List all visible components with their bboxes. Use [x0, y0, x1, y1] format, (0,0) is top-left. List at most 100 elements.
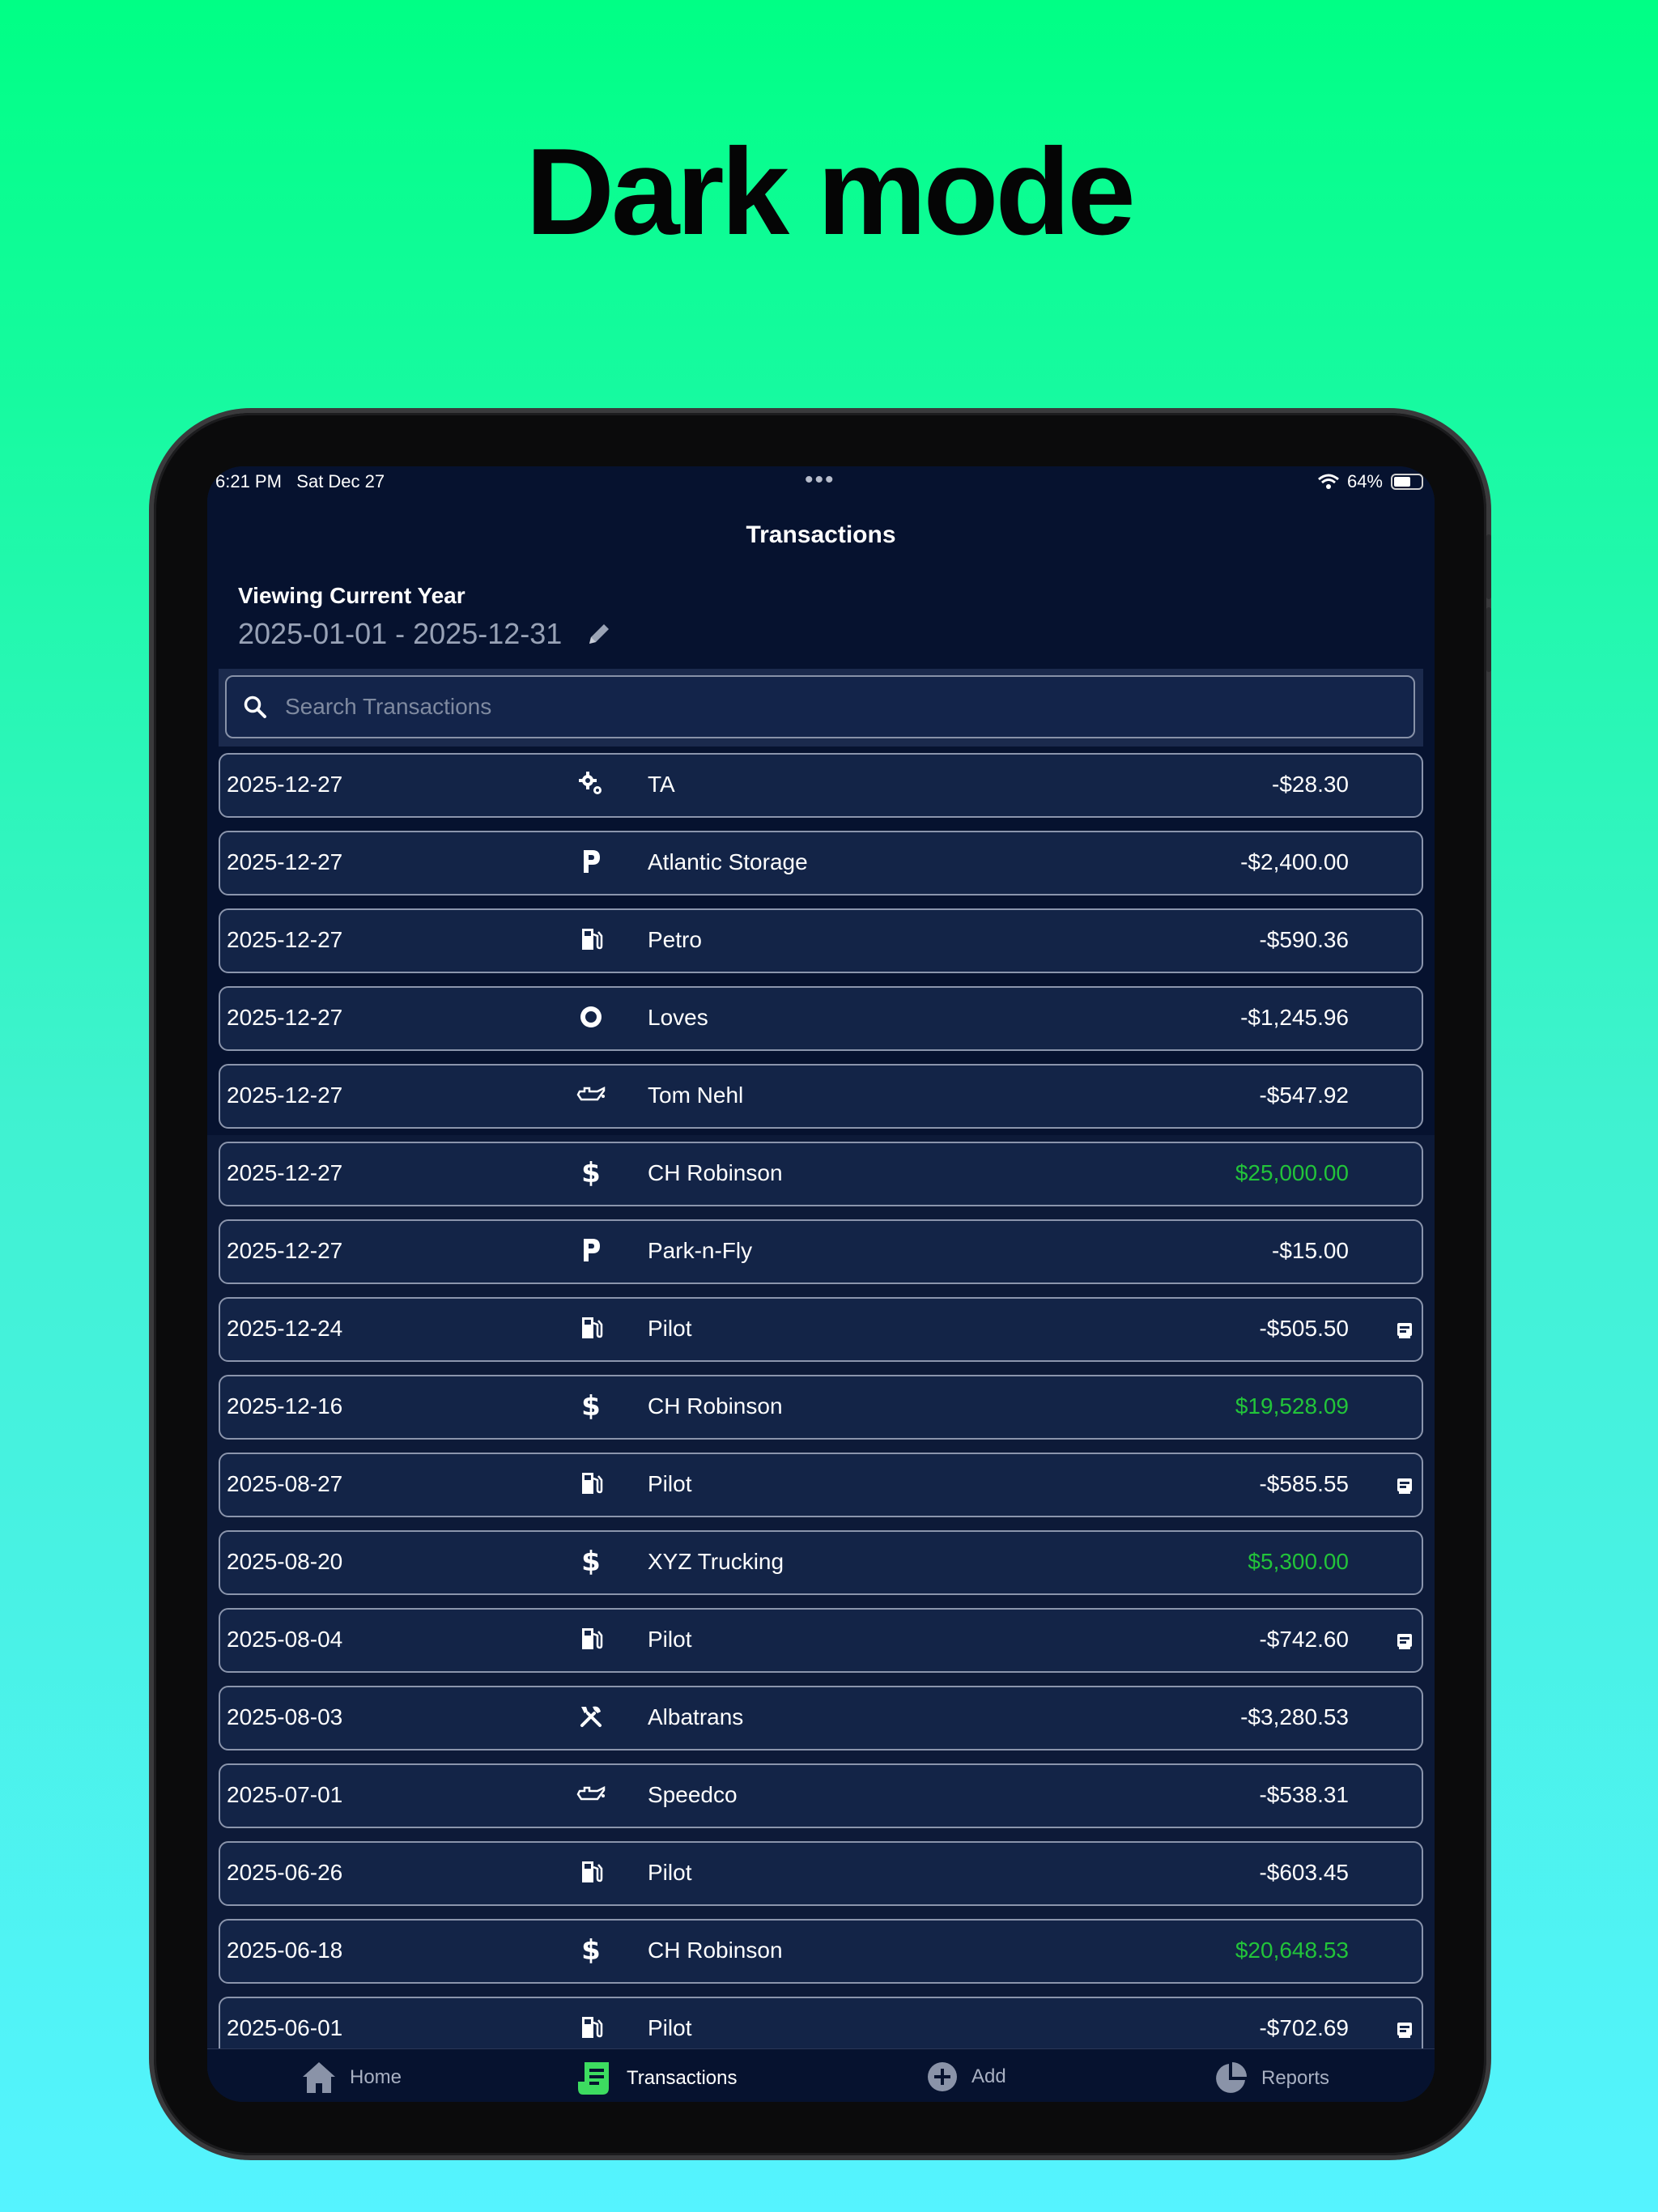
transaction-row[interactable]: 2025-08-03 Albatrans -$3,280.53 — [219, 1686, 1423, 1750]
transaction-row[interactable]: 2025-12-27 Atlantic Storage -$2,400.00 — [219, 831, 1423, 895]
status-time-text: 6:21 PM — [215, 471, 282, 491]
transaction-date: 2025-06-26 — [227, 1860, 343, 1885]
transaction-payee: Petro — [648, 927, 702, 952]
transaction-date: 2025-12-24 — [227, 1316, 343, 1341]
search-container — [219, 669, 1423, 747]
fuel-pump-icon — [576, 1313, 606, 1342]
transaction-date: 2025-12-27 — [227, 927, 343, 952]
oil-can-icon — [576, 1080, 606, 1109]
transaction-date: 2025-12-27 — [227, 1005, 343, 1030]
status-date-text: Sat Dec 27 — [296, 471, 385, 491]
transaction-payee: XYZ Trucking — [648, 1549, 784, 1574]
transaction-amount: $19,528.09 — [1235, 1393, 1349, 1419]
transaction-amount: $20,648.53 — [1235, 1938, 1349, 1963]
transaction-row[interactable]: 2025-12-27 Loves -$1,245.96 — [219, 986, 1423, 1051]
tools-icon — [576, 1702, 606, 1731]
receipt-icon — [1396, 1475, 1414, 1495]
transaction-row[interactable]: 2025-08-20 $ XYZ Trucking $5,300.00 — [219, 1530, 1423, 1595]
tab-home-label: Home — [350, 2066, 402, 2088]
battery-icon — [1391, 474, 1423, 490]
parking-icon — [576, 847, 606, 876]
transaction-payee: Speedco — [648, 1782, 738, 1807]
transaction-row[interactable]: 2025-12-27 Petro -$590.36 — [219, 908, 1423, 973]
dollar-icon: $ — [576, 1935, 606, 1964]
page-headline: Dark mode — [525, 123, 1136, 261]
fuel-pump-icon — [576, 925, 606, 954]
multitasking-dots-icon[interactable]: ••• — [805, 466, 835, 494]
transaction-row[interactable]: 2025-06-18 $ CH Robinson $20,648.53 — [219, 1919, 1423, 1984]
transaction-payee: Atlantic Storage — [648, 849, 808, 874]
gears-icon — [576, 769, 606, 798]
transaction-amount: -$2,400.00 — [1240, 849, 1349, 874]
pie-chart-icon — [1216, 2062, 1247, 2093]
svg-text:$: $ — [581, 1158, 601, 1187]
tab-transactions[interactable]: Transactions — [576, 2061, 738, 2096]
svg-text:$: $ — [581, 1935, 601, 1964]
status-time: 6:21 PM Sat Dec 27 — [215, 471, 385, 492]
transaction-row[interactable]: 2025-06-26 Pilot -$603.45 — [219, 1841, 1423, 1906]
plus-circle-icon — [928, 2062, 957, 2091]
status-right: 64% — [1317, 471, 1423, 492]
transaction-row[interactable]: 2025-12-27 Tom Nehl -$547.92 — [219, 1064, 1423, 1129]
transaction-row[interactable]: 2025-12-27 $ CH Robinson $25,000.00 — [219, 1142, 1423, 1206]
transaction-payee: Albatrans — [648, 1704, 744, 1729]
fuel-pump-icon — [576, 1857, 606, 1887]
transaction-date: 2025-12-27 — [227, 1160, 343, 1185]
dollar-icon: $ — [576, 1158, 606, 1187]
transaction-row[interactable]: 2025-12-27 Park-n-Fly -$15.00 — [219, 1219, 1423, 1284]
transaction-date: 2025-07-01 — [227, 1782, 343, 1807]
transaction-payee: Pilot — [648, 1627, 692, 1652]
transaction-amount: -$590.36 — [1259, 927, 1349, 952]
wifi-icon — [1317, 474, 1339, 489]
transaction-date: 2025-06-18 — [227, 1938, 343, 1963]
fuel-pump-icon — [576, 2013, 606, 2042]
transaction-row[interactable]: 2025-08-27 Pilot -$585.55 — [219, 1453, 1423, 1517]
transaction-amount: -$603.45 — [1259, 1860, 1349, 1885]
transaction-row[interactable]: 2025-12-16 $ CH Robinson $19,528.09 — [219, 1375, 1423, 1440]
transaction-row[interactable]: 2025-12-24 Pilot -$505.50 — [219, 1297, 1423, 1362]
period-range: 2025-01-01 - 2025-12-31 — [238, 617, 612, 651]
tab-bar: Home Transactions Add Reports — [207, 2048, 1435, 2102]
tab-add[interactable]: Add — [926, 2061, 1006, 2093]
search-input[interactable] — [283, 693, 1339, 721]
transaction-row[interactable]: 2025-07-01 Speedco -$538.31 — [219, 1763, 1423, 1828]
transaction-amount: -$538.31 — [1259, 1782, 1349, 1807]
transaction-date: 2025-12-27 — [227, 849, 343, 874]
transaction-payee: Pilot — [648, 1316, 692, 1341]
transaction-amount: -$3,280.53 — [1240, 1704, 1349, 1729]
volume-button — [1486, 607, 1491, 672]
transaction-amount: -$15.00 — [1272, 1238, 1349, 1263]
transaction-date: 2025-08-03 — [227, 1704, 343, 1729]
house-icon — [303, 2062, 335, 2093]
tab-home[interactable]: Home — [301, 2061, 402, 2095]
tab-reports[interactable]: Reports — [1213, 2061, 1329, 2096]
pencil-icon[interactable] — [586, 621, 612, 647]
search-icon — [244, 696, 266, 718]
transaction-row[interactable]: 2025-08-04 Pilot -$742.60 — [219, 1608, 1423, 1673]
transaction-date: 2025-08-04 — [227, 1627, 343, 1652]
oil-can-icon — [576, 1780, 606, 1809]
transaction-row[interactable]: 2025-12-27 TA -$28.30 — [219, 753, 1423, 818]
period-label: Viewing Current Year — [238, 583, 466, 608]
battery-level — [1394, 477, 1410, 487]
transaction-payee: CH Robinson — [648, 1160, 783, 1185]
transaction-amount: -$1,245.96 — [1240, 1005, 1349, 1030]
transaction-payee: CH Robinson — [648, 1393, 783, 1419]
app-screen: 6:21 PM Sat Dec 27 ••• 64% Transactions … — [207, 466, 1435, 2102]
svg-text:$: $ — [581, 1391, 601, 1420]
dollar-icon: $ — [576, 1391, 606, 1420]
transaction-amount: $25,000.00 — [1235, 1160, 1349, 1185]
transaction-date: 2025-08-20 — [227, 1549, 343, 1574]
receipt-icon — [1396, 1631, 1414, 1650]
transaction-amount: -$28.30 — [1272, 772, 1349, 797]
volume-button — [1486, 534, 1491, 599]
search-field[interactable] — [225, 675, 1415, 738]
transaction-payee: CH Robinson — [648, 1938, 783, 1963]
transaction-date: 2025-12-27 — [227, 772, 343, 797]
transaction-amount: -$742.60 — [1259, 1627, 1349, 1652]
status-bar: 6:21 PM Sat Dec 27 ••• 64% — [207, 466, 1435, 497]
period-range-text: 2025-01-01 - 2025-12-31 — [238, 617, 563, 650]
tab-transactions-label: Transactions — [627, 2067, 738, 2089]
transaction-date: 2025-08-27 — [227, 1471, 343, 1496]
transaction-amount: -$547.92 — [1259, 1083, 1349, 1108]
